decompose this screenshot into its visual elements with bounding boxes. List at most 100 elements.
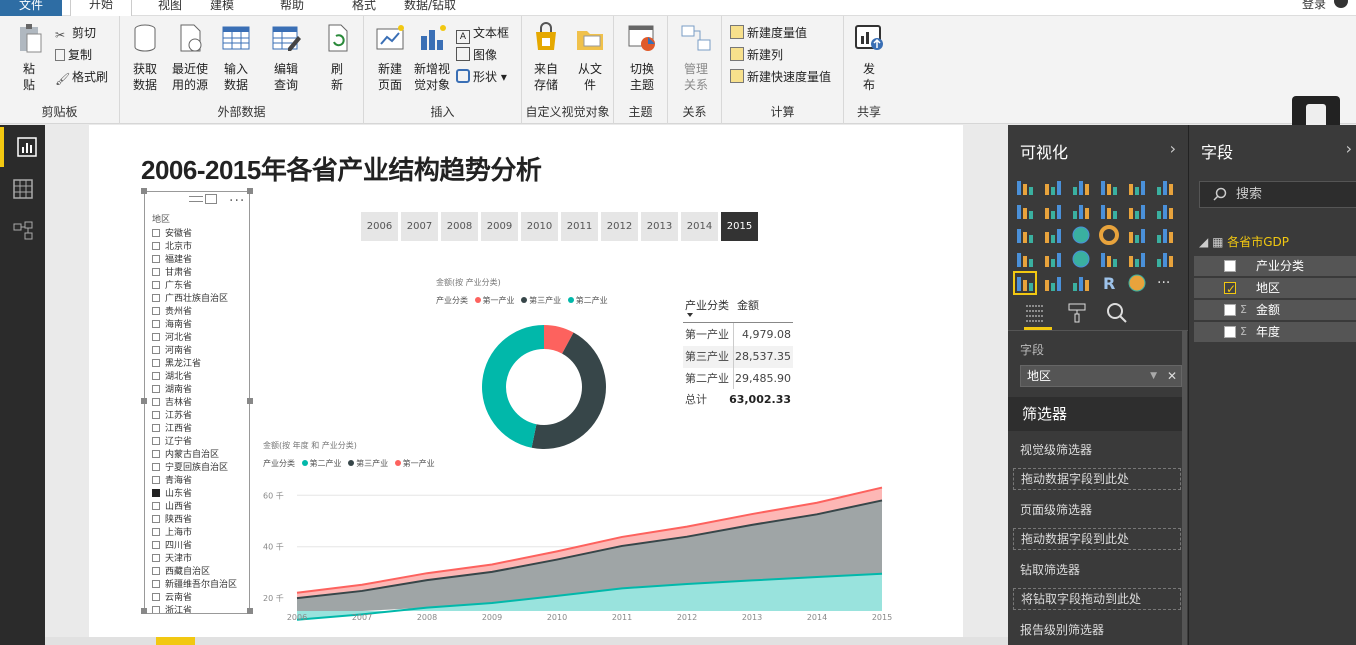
visual-filter-dropzone[interactable]: 拖动数据字段到此处: [1013, 468, 1181, 490]
region-checkbox[interactable]: [152, 593, 160, 601]
region-option[interactable]: 山东省: [152, 488, 237, 501]
region-checkbox[interactable]: [152, 398, 160, 406]
from-file-button[interactable]: 从文 件: [572, 22, 608, 93]
resize-handle[interactable]: [141, 608, 147, 614]
table-header-category[interactable]: 产业分类: [685, 297, 729, 313]
region-checkbox[interactable]: [152, 346, 160, 354]
focus-mode-icon[interactable]: [205, 194, 217, 204]
year-option[interactable]: 2012: [601, 212, 638, 241]
year-option[interactable]: 2007: [401, 212, 438, 241]
matrix-icon[interactable]: [1071, 273, 1091, 293]
field-item[interactable]: Σ 金额: [1194, 300, 1356, 320]
region-option[interactable]: 河南省: [152, 345, 237, 358]
donut-chart[interactable]: [480, 323, 608, 451]
region-option[interactable]: 宁夏回族自治区: [152, 462, 237, 475]
new-quick-measure-button[interactable]: 新建快速度量值: [730, 68, 831, 85]
stacked-area-icon[interactable]: [1071, 201, 1091, 221]
region-option[interactable]: 甘肃省: [152, 267, 237, 280]
legend-item[interactable]: 第三产业: [529, 296, 561, 305]
dropdown-icon[interactable]: ▼: [1150, 366, 1157, 386]
drag-handle-icon[interactable]: [189, 196, 203, 202]
textbox-button[interactable]: A 文本框: [456, 24, 509, 44]
year-option[interactable]: 2009: [481, 212, 518, 241]
region-checkbox[interactable]: [152, 424, 160, 432]
region-option[interactable]: 西藏自治区: [152, 566, 237, 579]
donut-slice[interactable]: [481, 325, 544, 448]
region-checkbox[interactable]: [152, 372, 160, 380]
region-checkbox[interactable]: [152, 294, 160, 302]
switch-theme-button[interactable]: 切换 主题: [622, 22, 662, 93]
region-option[interactable]: 山西省: [152, 501, 237, 514]
field-checkbox[interactable]: [1224, 304, 1236, 316]
format-tab[interactable]: [1066, 302, 1094, 330]
analytics-tab[interactable]: [1106, 302, 1134, 330]
region-option[interactable]: 内蒙古自治区: [152, 449, 237, 462]
model-view-button[interactable]: [0, 211, 45, 251]
tab-home[interactable]: 开始: [70, 0, 133, 16]
region-checkbox[interactable]: [152, 502, 160, 510]
legend-item[interactable]: 第一产业: [403, 459, 435, 468]
field-checkbox[interactable]: [1224, 326, 1236, 338]
line-column-icon[interactable]: [1099, 201, 1119, 221]
year-option[interactable]: 2014: [681, 212, 718, 241]
year-option[interactable]: 2015: [721, 212, 758, 241]
area-icon[interactable]: [1043, 201, 1063, 221]
filled-map-icon[interactable]: [1015, 249, 1035, 269]
resize-handle[interactable]: [247, 188, 253, 194]
shapes-button[interactable]: 形状 ▾: [456, 68, 507, 85]
funnel-icon[interactable]: [1043, 249, 1063, 269]
more-options-icon[interactable]: ···: [229, 193, 245, 209]
year-option[interactable]: 2006: [361, 212, 398, 241]
publish-button[interactable]: 发 布: [852, 22, 886, 93]
resize-handle[interactable]: [247, 398, 253, 404]
region-checkbox[interactable]: [152, 268, 160, 276]
region-option[interactable]: 江苏省: [152, 410, 237, 423]
region-option[interactable]: 北京市: [152, 241, 237, 254]
format-painter-button[interactable]: 🖌 格式刷: [55, 68, 108, 86]
refresh-button[interactable]: 刷 新: [322, 22, 352, 93]
region-option[interactable]: 辽宁省: [152, 436, 237, 449]
report-view-button[interactable]: [0, 127, 45, 167]
field-item[interactable]: 地区: [1194, 278, 1356, 299]
year-option[interactable]: 2008: [441, 212, 478, 241]
region-checkbox[interactable]: [152, 242, 160, 250]
region-checkbox[interactable]: [152, 333, 160, 341]
table-icon[interactable]: [1043, 273, 1063, 293]
region-option[interactable]: 云南省: [152, 592, 237, 605]
tab-help[interactable]: 帮助: [280, 0, 304, 13]
collapse-chevron-icon[interactable]: ›: [1170, 139, 1176, 158]
enter-data-button[interactable]: 输入 数据: [218, 22, 254, 93]
data-view-button[interactable]: [0, 169, 45, 209]
region-checkbox[interactable]: [152, 281, 160, 289]
copy-button[interactable]: 复制: [55, 46, 92, 63]
100-bar-icon[interactable]: [1127, 177, 1147, 197]
region-option[interactable]: 上海市: [152, 527, 237, 540]
ribbon-icon[interactable]: [1155, 201, 1175, 221]
region-checkbox[interactable]: [152, 229, 160, 237]
region-checkbox[interactable]: [152, 541, 160, 549]
help-icon[interactable]: [1334, 0, 1348, 8]
region-checkbox[interactable]: [152, 606, 160, 613]
region-checkbox[interactable]: [152, 255, 160, 263]
fields-tab[interactable]: [1024, 302, 1052, 330]
field-item[interactable]: 产业分类: [1194, 256, 1356, 276]
field-well[interactable]: 地区 ▼ ✕: [1020, 365, 1182, 387]
region-checkbox[interactable]: [152, 463, 160, 471]
card-icon[interactable]: [1099, 249, 1119, 269]
file-menu[interactable]: 文件: [0, 0, 62, 16]
cut-button[interactable]: ✂ 剪切: [55, 24, 96, 42]
legend-item[interactable]: 第三产业: [356, 459, 388, 468]
region-option[interactable]: 陕西省: [152, 514, 237, 527]
resize-handle[interactable]: [247, 608, 253, 614]
remove-field-icon[interactable]: ✕: [1167, 366, 1177, 386]
table-node[interactable]: ◢ ▦ 各省市GDP: [1199, 233, 1289, 250]
region-option[interactable]: 天津市: [152, 553, 237, 566]
region-checkbox[interactable]: [152, 554, 160, 562]
region-checkbox[interactable]: [152, 567, 160, 575]
clustered-column-icon[interactable]: [1099, 177, 1119, 197]
map-icon[interactable]: [1155, 225, 1175, 245]
region-checkbox[interactable]: [152, 450, 160, 458]
region-option[interactable]: 青海省: [152, 475, 237, 488]
region-checkbox[interactable]: [152, 320, 160, 328]
gauge-icon[interactable]: [1071, 249, 1091, 269]
